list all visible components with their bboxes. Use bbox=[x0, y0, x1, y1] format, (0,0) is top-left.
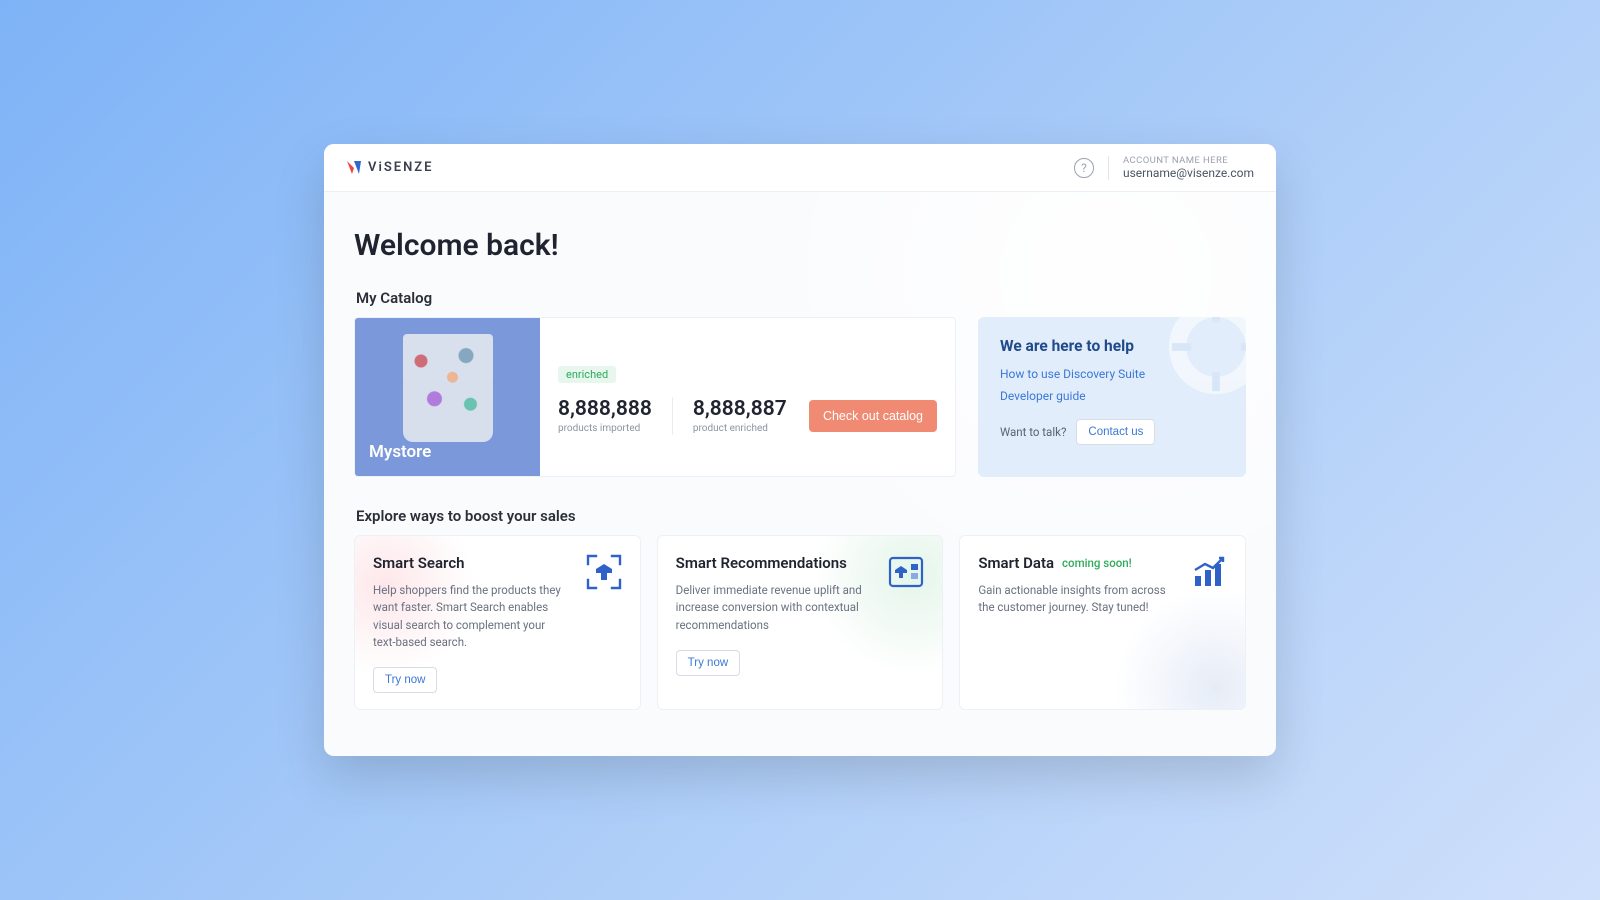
stat-enriched-label: product enriched bbox=[693, 423, 787, 434]
account-email: username@visenze.com bbox=[1123, 166, 1254, 180]
product-cards-row: Smart Search Help shoppers find the prod… bbox=[354, 535, 1246, 710]
analytics-icon bbox=[1189, 552, 1229, 592]
try-now-button[interactable]: Try now bbox=[373, 667, 437, 693]
header-divider bbox=[1108, 156, 1109, 180]
lifebuoy-icon bbox=[1168, 317, 1246, 395]
catalog-card: Mystore enriched 8,888,888 products impo… bbox=[354, 317, 956, 477]
brand-logo[interactable]: ViSENZE bbox=[346, 160, 433, 176]
content-area: Welcome back! My Catalog Mystore enriche… bbox=[324, 192, 1276, 734]
card-title: Smart Search bbox=[373, 554, 465, 572]
card-smart-search: Smart Search Help shoppers find the prod… bbox=[354, 535, 641, 710]
stat-separator bbox=[672, 397, 673, 435]
catalog-thumbnail[interactable]: Mystore bbox=[355, 318, 540, 476]
visual-search-icon bbox=[584, 552, 624, 592]
account-block[interactable]: ACCOUNT NAME HERE username@visenze.com bbox=[1123, 155, 1254, 181]
visenze-logo-icon bbox=[346, 160, 362, 176]
header-bar: ViSENZE ? ACCOUNT NAME HERE username@vis… bbox=[324, 144, 1276, 192]
help-talk-label: Want to talk? bbox=[1000, 425, 1066, 439]
stat-enriched-value: 8,888,887 bbox=[693, 397, 787, 421]
help-footer: Want to talk? Contact us bbox=[1000, 419, 1224, 445]
card-title: Smart Data bbox=[978, 554, 1054, 572]
help-icon[interactable]: ? bbox=[1074, 158, 1094, 178]
stat-enriched: 8,888,887 product enriched bbox=[693, 397, 787, 434]
contact-us-button[interactable]: Contact us bbox=[1076, 419, 1155, 445]
store-name: Mystore bbox=[369, 442, 431, 462]
card-title: Smart Recommendations bbox=[676, 554, 847, 572]
card-desc: Gain actionable insights from across the… bbox=[978, 582, 1168, 617]
page-title: Welcome back! bbox=[354, 228, 1246, 263]
stat-imported-value: 8,888,888 bbox=[558, 397, 652, 421]
recommendations-icon bbox=[886, 552, 926, 592]
app-window: ViSENZE ? ACCOUNT NAME HERE username@vis… bbox=[324, 144, 1276, 756]
catalog-stats: 8,888,888 products imported 8,888,887 pr… bbox=[558, 397, 937, 435]
coming-soon-label: coming soon! bbox=[1062, 556, 1132, 570]
catalog-body: enriched 8,888,888 products imported 8,8… bbox=[540, 318, 955, 476]
check-catalog-button[interactable]: Check out catalog bbox=[809, 400, 937, 432]
card-smart-recommendations: Smart Recommendations Deliver immediate … bbox=[657, 535, 944, 710]
help-card: We are here to help How to use Discovery… bbox=[978, 317, 1246, 477]
stat-imported-label: products imported bbox=[558, 423, 652, 434]
catalog-section-title: My Catalog bbox=[356, 289, 1246, 307]
header-right: ? ACCOUNT NAME HERE username@visenze.com bbox=[1074, 155, 1254, 181]
explore-section-title: Explore ways to boost your sales bbox=[356, 507, 1246, 525]
account-label: ACCOUNT NAME HERE bbox=[1123, 155, 1254, 166]
card-desc: Help shoppers find the products they wan… bbox=[373, 582, 563, 651]
try-now-button[interactable]: Try now bbox=[676, 650, 740, 676]
card-smart-data: Smart Data coming soon! Gain actionable … bbox=[959, 535, 1246, 710]
row-catalog-help: Mystore enriched 8,888,888 products impo… bbox=[354, 317, 1246, 477]
stat-imported: 8,888,888 products imported bbox=[558, 397, 652, 434]
explore-section: Explore ways to boost your sales Smart S… bbox=[354, 507, 1246, 710]
status-badge: enriched bbox=[558, 366, 616, 383]
brand-name: ViSENZE bbox=[368, 160, 433, 175]
card-desc: Deliver immediate revenue uplift and inc… bbox=[676, 582, 866, 634]
